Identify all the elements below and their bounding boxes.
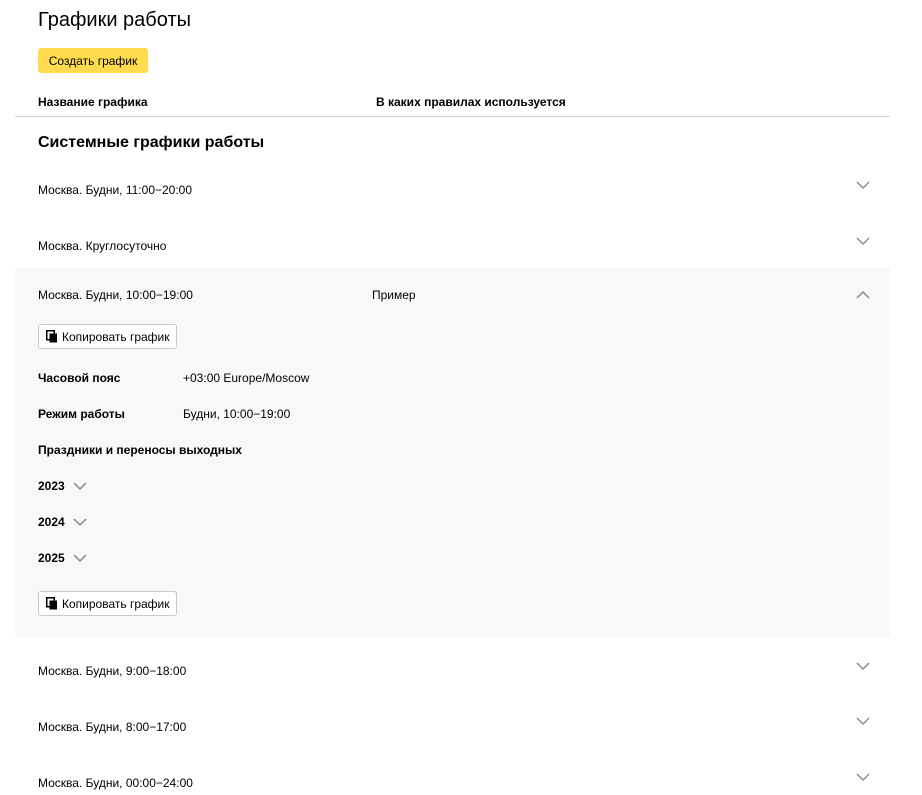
schedule-name: Москва. Будни, 10:00−19:00 [38, 288, 193, 302]
schedule-name: Москва. Будни, 8:00−17:00 [38, 720, 187, 734]
chevron-down-icon[interactable] [855, 769, 871, 785]
chevron-up-icon[interactable] [855, 287, 871, 303]
copy-schedule-label: Копировать график [62, 596, 170, 611]
schedule-row[interactable]: Москва. Будни, 8:00−17:00 [15, 713, 890, 769]
schedule-name: Москва. Будни, 00:00−24:00 [38, 776, 193, 790]
schedule-row-expanded: Москва. Будни, 10:00−19:00 Пример Копиро… [15, 268, 890, 637]
section-title: Системные графики работы [38, 134, 265, 151]
copy-schedule-label: Копировать график [62, 329, 170, 344]
copy-schedule-button[interactable]: Копировать график [38, 324, 177, 349]
schedule-row[interactable]: Москва. Будни, 11:00−20:00 [15, 176, 890, 232]
copy-icon [46, 330, 58, 343]
schedule-rule: Пример [372, 288, 416, 302]
timezone-label: Часовой пояс [38, 371, 121, 385]
create-schedule-button[interactable]: Создать график [38, 48, 148, 73]
schedule-name: Москва. Будни, 9:00−18:00 [38, 664, 187, 678]
chevron-down-icon[interactable] [855, 658, 871, 674]
column-header-name: Название графика [38, 95, 148, 109]
page-title: Графики работы [38, 9, 191, 31]
copy-schedule-button[interactable]: Копировать график [38, 591, 177, 616]
copy-icon [46, 597, 58, 610]
work-mode-value: Будни, 10:00−19:00 [183, 407, 291, 421]
holidays-label: Праздники и переносы выходных [38, 443, 242, 457]
chevron-down-icon[interactable] [855, 713, 871, 729]
schedule-name: Москва. Круглосуточно [38, 239, 167, 253]
chevron-down-icon [73, 515, 87, 529]
column-header-rules: В каких правилах используется [376, 95, 566, 109]
schedule-row[interactable]: Москва. Будни, 00:00−24:00 [15, 769, 890, 795]
year-label: 2024 [38, 515, 65, 529]
year-toggle-2024[interactable]: 2024 [38, 515, 87, 529]
year-label: 2023 [38, 479, 65, 493]
chevron-down-icon[interactable] [855, 177, 871, 193]
year-label: 2025 [38, 551, 65, 565]
schedule-name: Москва. Будни, 11:00−20:00 [38, 183, 193, 197]
year-toggle-2025[interactable]: 2025 [38, 551, 87, 565]
year-toggle-2023[interactable]: 2023 [38, 479, 87, 493]
header-divider [15, 116, 890, 117]
work-mode-label: Режим работы [38, 407, 125, 421]
chevron-down-icon[interactable] [855, 233, 871, 249]
chevron-down-icon [73, 479, 87, 493]
timezone-value: +03:00 Europe/Moscow [183, 371, 310, 385]
chevron-down-icon [73, 551, 87, 565]
schedule-row[interactable]: Москва. Будни, 9:00−18:00 [15, 657, 890, 713]
